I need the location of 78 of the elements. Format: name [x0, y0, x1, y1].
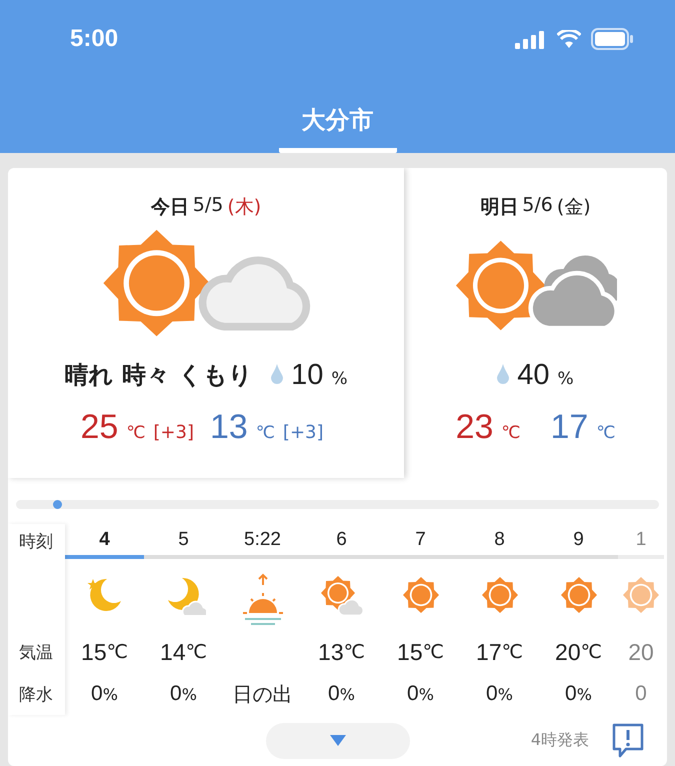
low-temp: 17: [550, 408, 588, 447]
precip-unit: %: [102, 684, 118, 704]
row-label: 気温: [18, 642, 54, 665]
temp-unit: ℃: [186, 641, 207, 664]
sun-icon: [402, 576, 440, 614]
temp-unit: ℃: [422, 641, 444, 664]
hour-tab[interactable]: 7: [381, 524, 460, 560]
weekday: (金): [556, 195, 591, 220]
hour-precip: 0: [565, 682, 577, 706]
day-forecast-panel[interactable]: 明日 5/6 (金) 40 % 23 ℃ 17 ℃: [404, 168, 667, 478]
hour-temp: 20: [555, 638, 581, 666]
hour-temp: 13: [318, 638, 344, 666]
temp-unit: ℃: [501, 423, 520, 443]
high-temp: 23: [456, 408, 494, 447]
scroll-track[interactable]: [16, 500, 659, 510]
hour-temp: 17: [476, 638, 502, 666]
status-time: 5:00: [70, 25, 118, 53]
row-label: 降水: [18, 684, 54, 707]
hour-precip: 0: [407, 682, 419, 706]
sun-cloud-icon: [320, 575, 364, 616]
day-label: 明日: [480, 195, 518, 220]
precip-unit: %: [576, 684, 592, 704]
scroll-thumb[interactable]: [53, 500, 62, 510]
precip-value: 40: [517, 358, 550, 392]
caret-icon: [330, 735, 346, 746]
high-temp: 25: [80, 408, 118, 447]
low-temp-diff: [+3]: [282, 422, 324, 443]
temp-unit: ℃: [344, 641, 365, 664]
hour-precip: 0: [635, 682, 647, 706]
precip-unit: %: [498, 684, 513, 704]
temp-unit: ℃: [596, 423, 616, 443]
sun-icon: [480, 576, 518, 614]
precip-unit: %: [182, 684, 197, 704]
temp-unit: ℃: [502, 641, 523, 664]
precip-unit: %: [558, 368, 574, 388]
hour-precip: 0: [486, 682, 498, 706]
temp-unit: ℃: [256, 423, 275, 443]
weekday: (木): [227, 195, 262, 220]
feedback-button[interactable]: [611, 722, 645, 759]
precip-value: 10: [291, 358, 324, 392]
row-label: 時刻: [18, 531, 54, 554]
raindrop-icon: [497, 364, 510, 384]
precip-unit: %: [331, 368, 348, 388]
hour-tab[interactable]: 6: [302, 524, 381, 560]
day-date: 5/5: [192, 194, 224, 218]
hour-precip: 0: [328, 682, 340, 706]
issued-time: 4時発表: [530, 730, 589, 752]
hour-tab[interactable]: 5: [144, 524, 223, 560]
precip-unit: %: [340, 684, 355, 704]
battery-icon: [591, 28, 633, 50]
precip-unit: %: [418, 684, 434, 704]
hour-precip: 0: [170, 682, 182, 706]
temp-unit: ℃: [126, 423, 146, 443]
weather-text: 晴れ 時々 くもり: [64, 360, 254, 391]
day-date: 5/6: [522, 194, 553, 218]
hour-temp: 20: [628, 638, 654, 666]
signal-icon: [515, 29, 547, 49]
sun-icon: [560, 576, 598, 614]
low-temp: 13: [210, 408, 248, 447]
hour-temp: 14: [160, 638, 186, 666]
hour-temp: 15: [397, 638, 423, 666]
hour-precip: 0: [91, 682, 103, 706]
sunrise-label: 日の出: [232, 680, 292, 708]
wifi-icon: [557, 30, 581, 48]
hour-tab[interactable]: 5:22: [223, 524, 302, 560]
high-temp-diff: [+3]: [153, 422, 194, 443]
day-label: 今日: [150, 195, 189, 220]
sun-icon: [622, 576, 660, 614]
hour-temp: 15: [81, 638, 107, 666]
hour-tab[interactable]: 1: [618, 524, 664, 560]
hour-tab[interactable]: 4: [65, 524, 144, 560]
feedback-icon: [611, 722, 645, 759]
temp-unit: ℃: [580, 641, 602, 664]
raindrop-icon: [271, 364, 284, 384]
day-forecast-panel[interactable]: 今日 5/5 (木) 晴れ 時々 くもり 10 % 25 ℃ [+3] 13 ℃ [+3]: [8, 168, 404, 478]
hour-tab[interactable]: 8: [460, 524, 539, 560]
temp-unit: ℃: [106, 641, 128, 664]
hour-tab[interactable]: 9: [539, 524, 618, 560]
